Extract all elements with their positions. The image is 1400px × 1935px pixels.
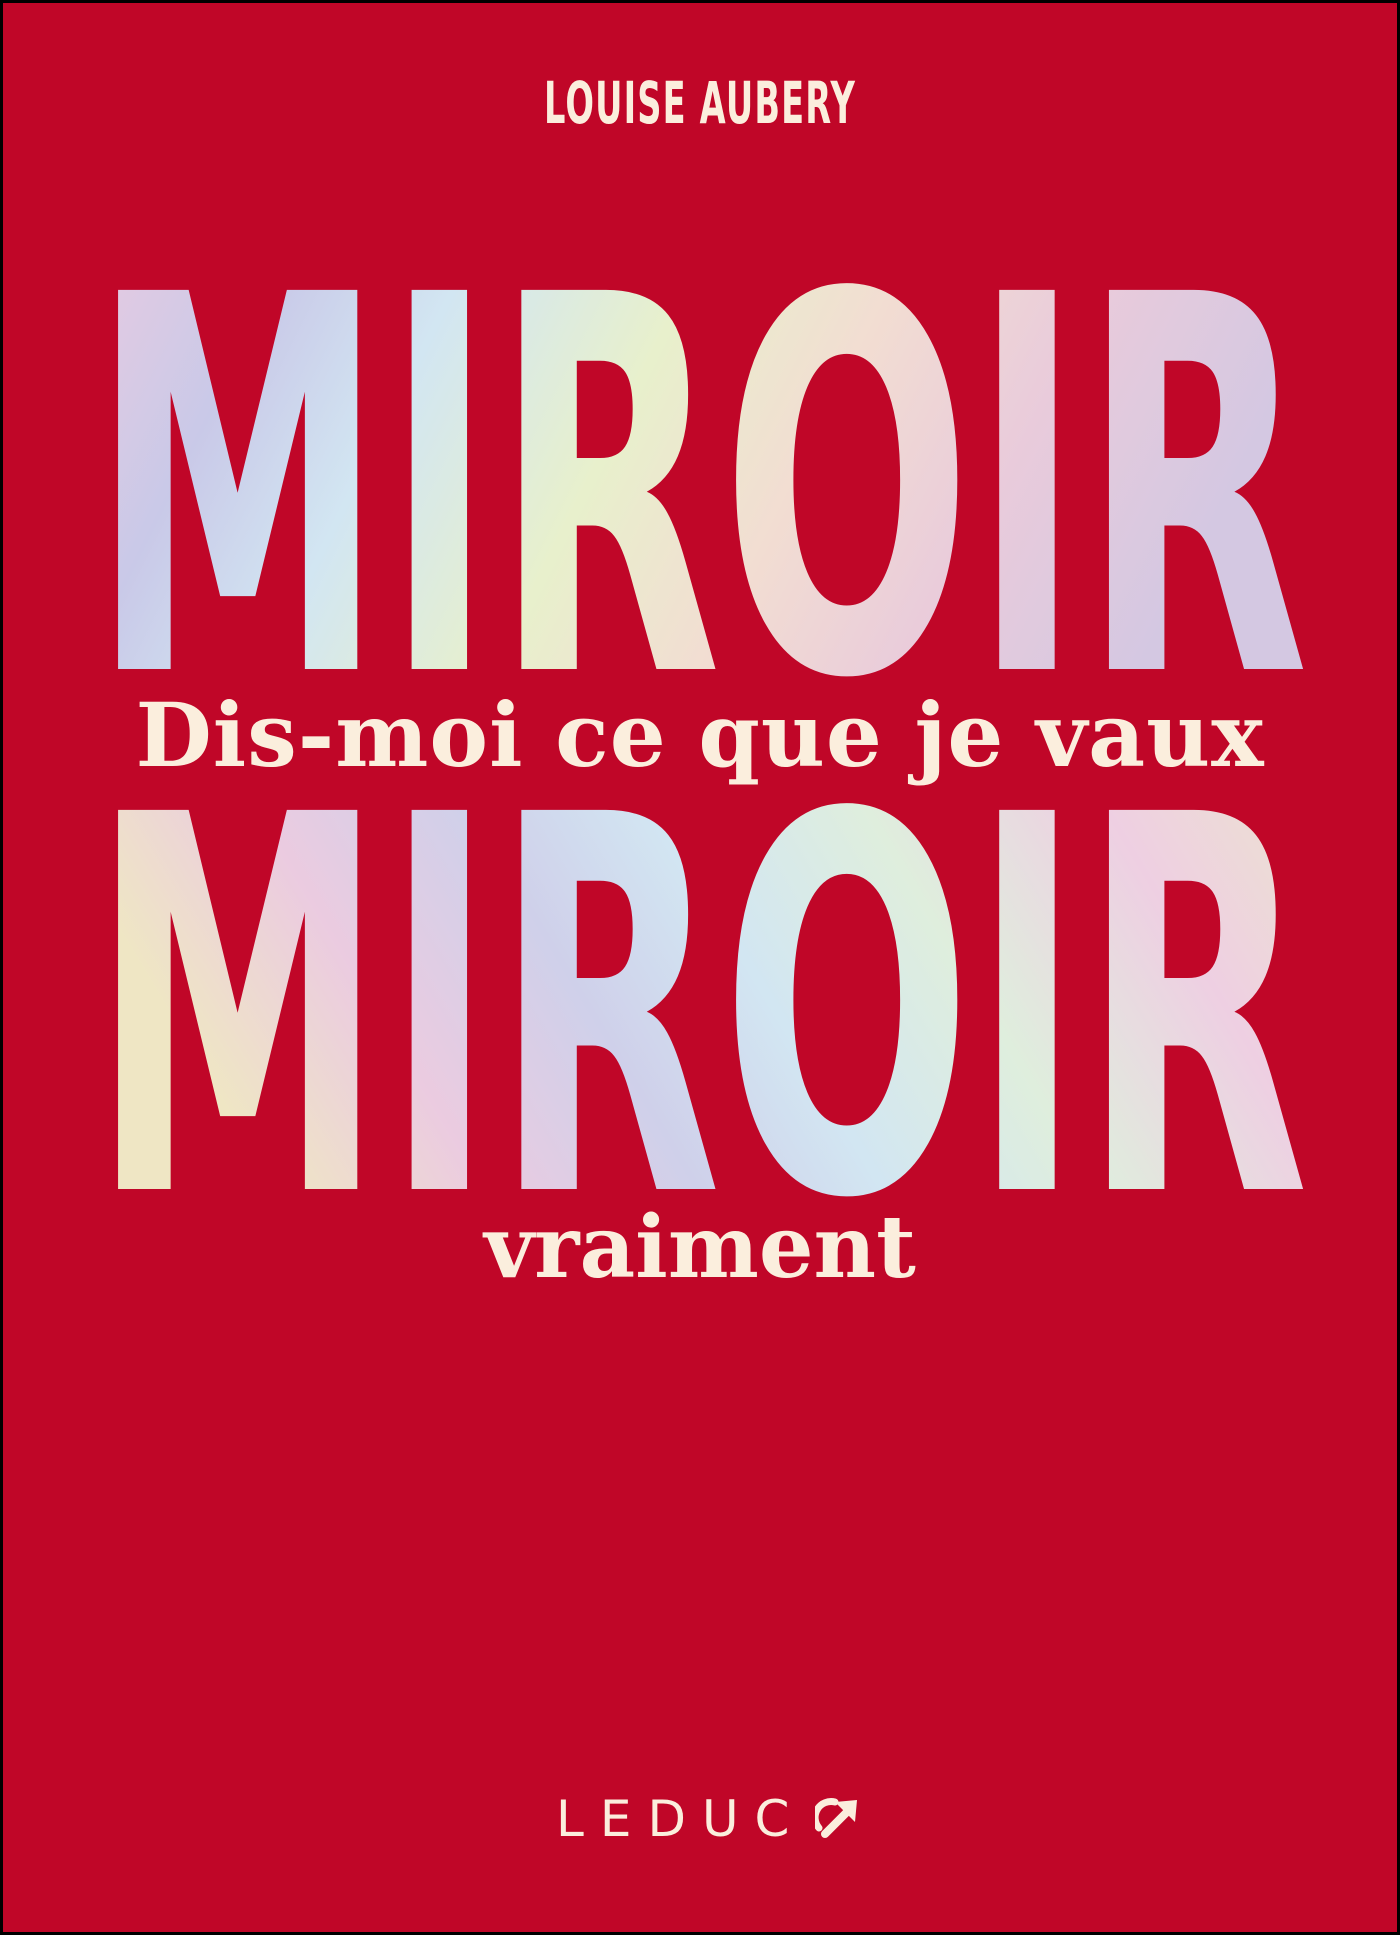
arrow-up-right-icon	[815, 1798, 858, 1838]
title-line-2-graphic: MIROIR	[91, 789, 1309, 1229]
title-line-2-text: MIROIR	[91, 789, 1309, 1229]
title-line-1: MIROIR	[91, 269, 1309, 709]
tagline: vraiment	[484, 1197, 916, 1298]
book-cover: LOUISE AUBERY MIROIR Dis-moi ce que je v…	[3, 3, 1397, 1932]
subtitle: Dis-moi ce que je vaux	[135, 683, 1265, 787]
title-line-2: MIROIR	[91, 789, 1309, 1229]
title-line-1-graphic: MIROIR	[91, 269, 1309, 709]
publisher-logo: LEDUC	[556, 1789, 861, 1849]
title-line-1-text: MIROIR	[91, 269, 1309, 709]
publisher-name: LEDUC	[556, 1790, 806, 1848]
author-name: LOUISE AUBERY	[543, 69, 857, 137]
